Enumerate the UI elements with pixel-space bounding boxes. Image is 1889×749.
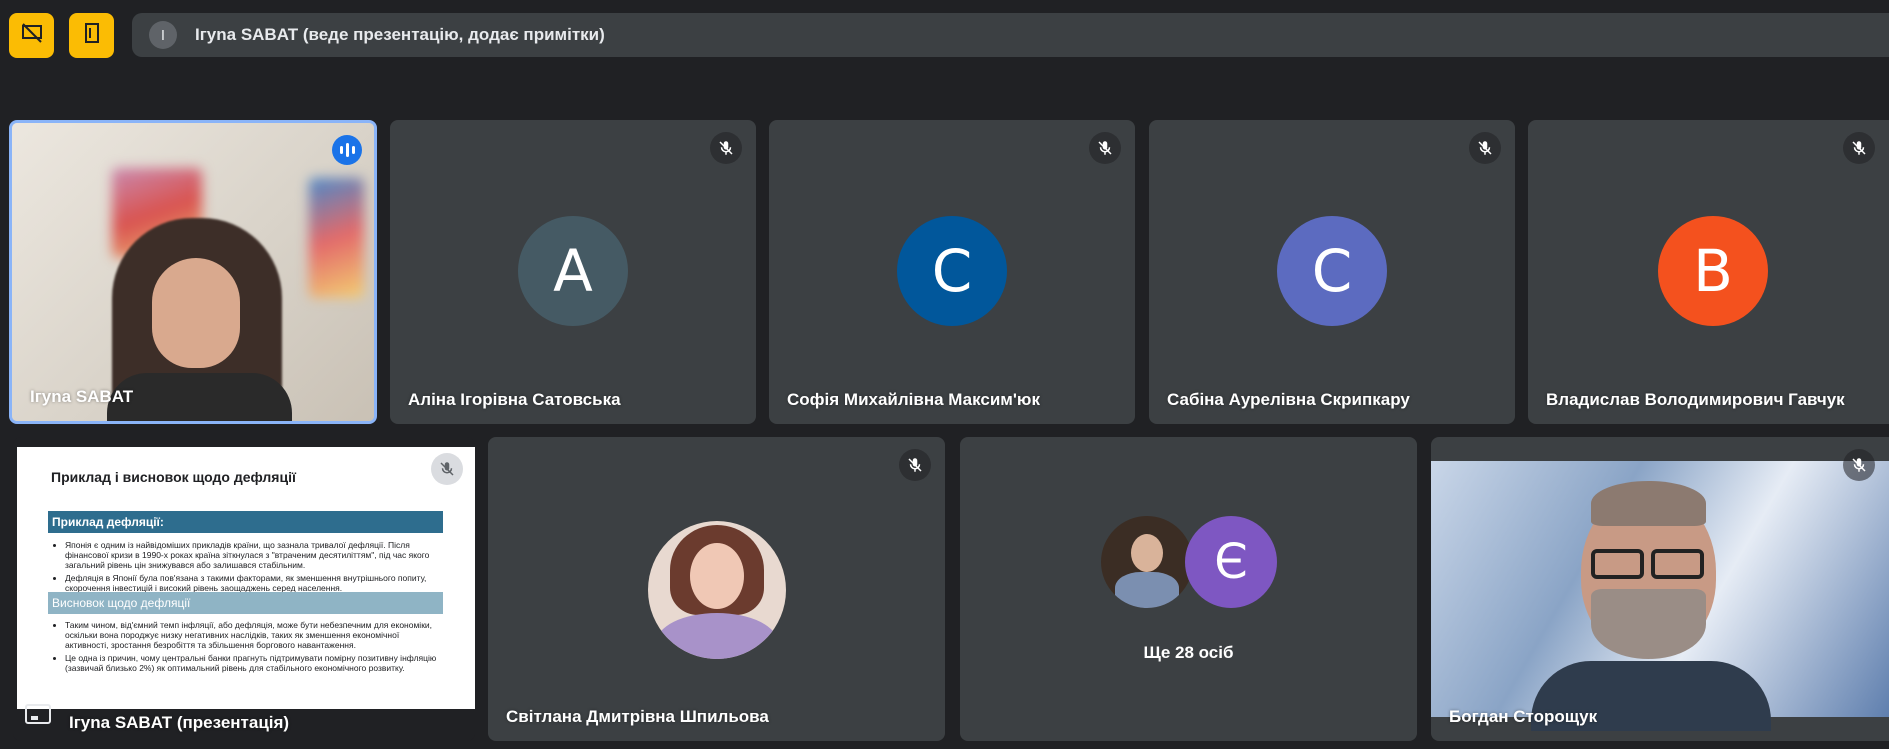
presentation-tile[interactable]: Приклад і висновок щодо дефляції Приклад… (13, 437, 475, 741)
participant-name: Владислав Володимирович Гавчук (1546, 390, 1845, 409)
speaking-indicator-icon (332, 135, 362, 165)
participant-tile-6[interactable]: Богдан Сторощук (1431, 437, 1889, 741)
presenter-avatar: І (149, 21, 177, 49)
more-participants-avatar: Є (1185, 516, 1277, 608)
participant-video (12, 123, 374, 421)
mic-off-icon (1469, 132, 1501, 164)
participant-name: Ігуna SABAT (30, 387, 134, 406)
slide-section-2: Висновок щодо дефляції (48, 592, 443, 614)
mic-off-icon (1843, 449, 1875, 481)
participant-name: Світлана Дмитрівна Шпильова (506, 707, 769, 726)
door-icon (80, 21, 104, 50)
slide-bullet: Японія є одним із найвідоміших прикладів… (65, 540, 445, 570)
participant-name: Аліна Ігорівна Сатовська (408, 390, 621, 409)
slide-title: Приклад і висновок щодо дефляції (51, 469, 296, 485)
participant-name: Софія Михайлівна Максим'юк (787, 390, 1040, 409)
participant-avatar: В (1658, 216, 1768, 326)
participant-tile-4[interactable]: В Владислав Володимирович Гавчук (1528, 120, 1889, 424)
presentation-owner-label: Ігуna SABAT (презентація) (69, 713, 290, 732)
mic-off-icon (431, 453, 463, 485)
slide-bullet: Це одна із причин, чому центральні банки… (65, 653, 445, 673)
participant-avatar: С (1277, 216, 1387, 326)
participant-tile-3[interactable]: С Сабіна Аурелівна Скрипкару (1149, 120, 1515, 424)
mic-off-icon (1843, 132, 1875, 164)
participant-tile-2[interactable]: С Софія Михайлівна Максим'юк (769, 120, 1135, 424)
participant-photo-avatar (648, 521, 786, 659)
participant-name: Сабіна Аурелівна Скрипкару (1167, 390, 1410, 409)
slide-bullets-2: Таким чином, від'ємний темп інфляції, аб… (51, 620, 445, 676)
mic-off-icon (710, 132, 742, 164)
participant-photo-avatar (1101, 516, 1193, 608)
presentation-slide: Приклад і висновок щодо дефляції Приклад… (17, 447, 475, 725)
presenter-banner[interactable]: І Ігуna SABAT (веде презентацію, додає п… (132, 13, 1889, 57)
presentation-off-button[interactable] (9, 13, 54, 58)
more-participants-label: Ще 28 осіб (1143, 643, 1234, 662)
participant-tile-1[interactable]: A Аліна Ігорівна Сатовська (390, 120, 756, 424)
slide-section-1: Приклад дефляції: (48, 511, 443, 533)
participant-name: Богдан Сторощук (1449, 707, 1598, 726)
slide-bullet: Таким чином, від'ємний темп інфляції, аб… (65, 620, 445, 650)
participant-avatar: A (518, 216, 628, 326)
slash-presentation-icon (20, 21, 44, 50)
slide-bullets-1: Японія є одним із найвідоміших прикладів… (51, 540, 445, 596)
present-screen-icon (25, 704, 51, 731)
participant-tile-0[interactable]: Ігуna SABAT (9, 120, 377, 424)
participant-tile-5[interactable]: Світлана Дмитрівна Шпильова (488, 437, 945, 741)
mic-off-icon (899, 449, 931, 481)
participant-avatar: С (897, 216, 1007, 326)
mic-off-icon (1089, 132, 1121, 164)
more-participants-tile[interactable]: Є Ще 28 осіб (960, 437, 1417, 741)
participant-video (1431, 461, 1889, 731)
presenter-title: Ігуna SABAT (веде презентацію, додає при… (195, 25, 605, 44)
slide-bullet: Дефляція в Японії була пов'язана з таким… (65, 573, 445, 593)
exit-door-button[interactable] (69, 13, 114, 58)
